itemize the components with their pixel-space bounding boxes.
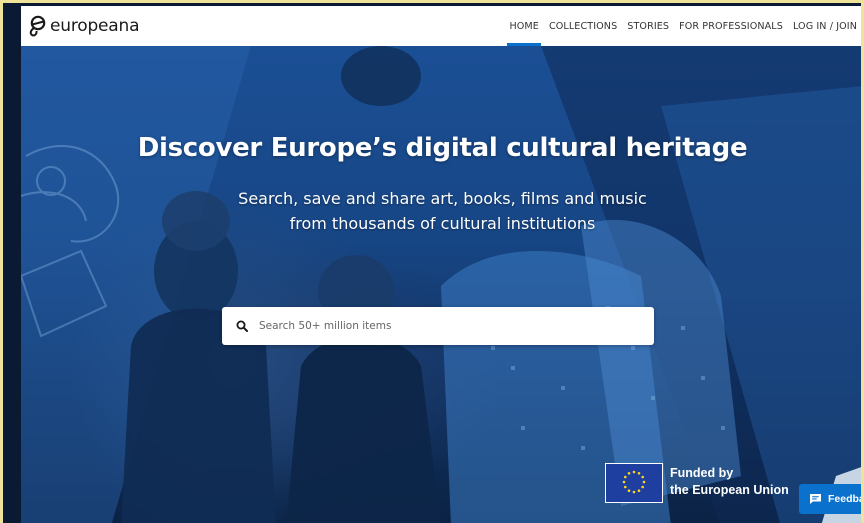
feedback-button[interactable]: Feedback xyxy=(799,484,864,514)
feedback-label: Feedback xyxy=(828,493,864,505)
hero-subtitle-line2: from thousands of cultural institutions xyxy=(289,214,596,233)
european-union-text: the European Union xyxy=(670,483,789,497)
main-nav: HOME COLLECTIONS STORIES FOR PROFESSIONA… xyxy=(504,6,861,46)
europeana-logo[interactable]: europeana xyxy=(27,6,140,46)
hero-subtitle-line1: Search, save and share art, books, films… xyxy=(238,189,647,208)
nav-for-professionals[interactable]: FOR PROFESSIONALS xyxy=(674,6,788,46)
nav-stories[interactable]: STORIES xyxy=(622,6,674,46)
hero-headline: Discover Europe’s digital cultural herit… xyxy=(137,133,748,164)
search-box[interactable] xyxy=(222,307,654,345)
hero-banner: Discover Europe’s digital cultural herit… xyxy=(21,46,864,523)
hero-background-image xyxy=(21,46,861,523)
nav-home[interactable]: HOME xyxy=(504,6,544,46)
feedback-chat-icon xyxy=(809,493,822,505)
nav-login-join[interactable]: LOG IN / JOIN xyxy=(788,6,861,46)
browser-frame: europeana HOME COLLECTIONS STORIES FOR P… xyxy=(0,0,864,523)
logo-wordmark: europeana xyxy=(50,16,140,36)
eu-flag-icon xyxy=(605,463,663,503)
search-input[interactable] xyxy=(257,310,654,342)
site-header: europeana HOME COLLECTIONS STORIES FOR P… xyxy=(21,6,861,46)
search-icon xyxy=(236,320,248,332)
funded-by-text: Funded by xyxy=(670,466,734,480)
nav-collections[interactable]: COLLECTIONS xyxy=(544,6,622,46)
europeana-logo-icon xyxy=(29,15,46,37)
